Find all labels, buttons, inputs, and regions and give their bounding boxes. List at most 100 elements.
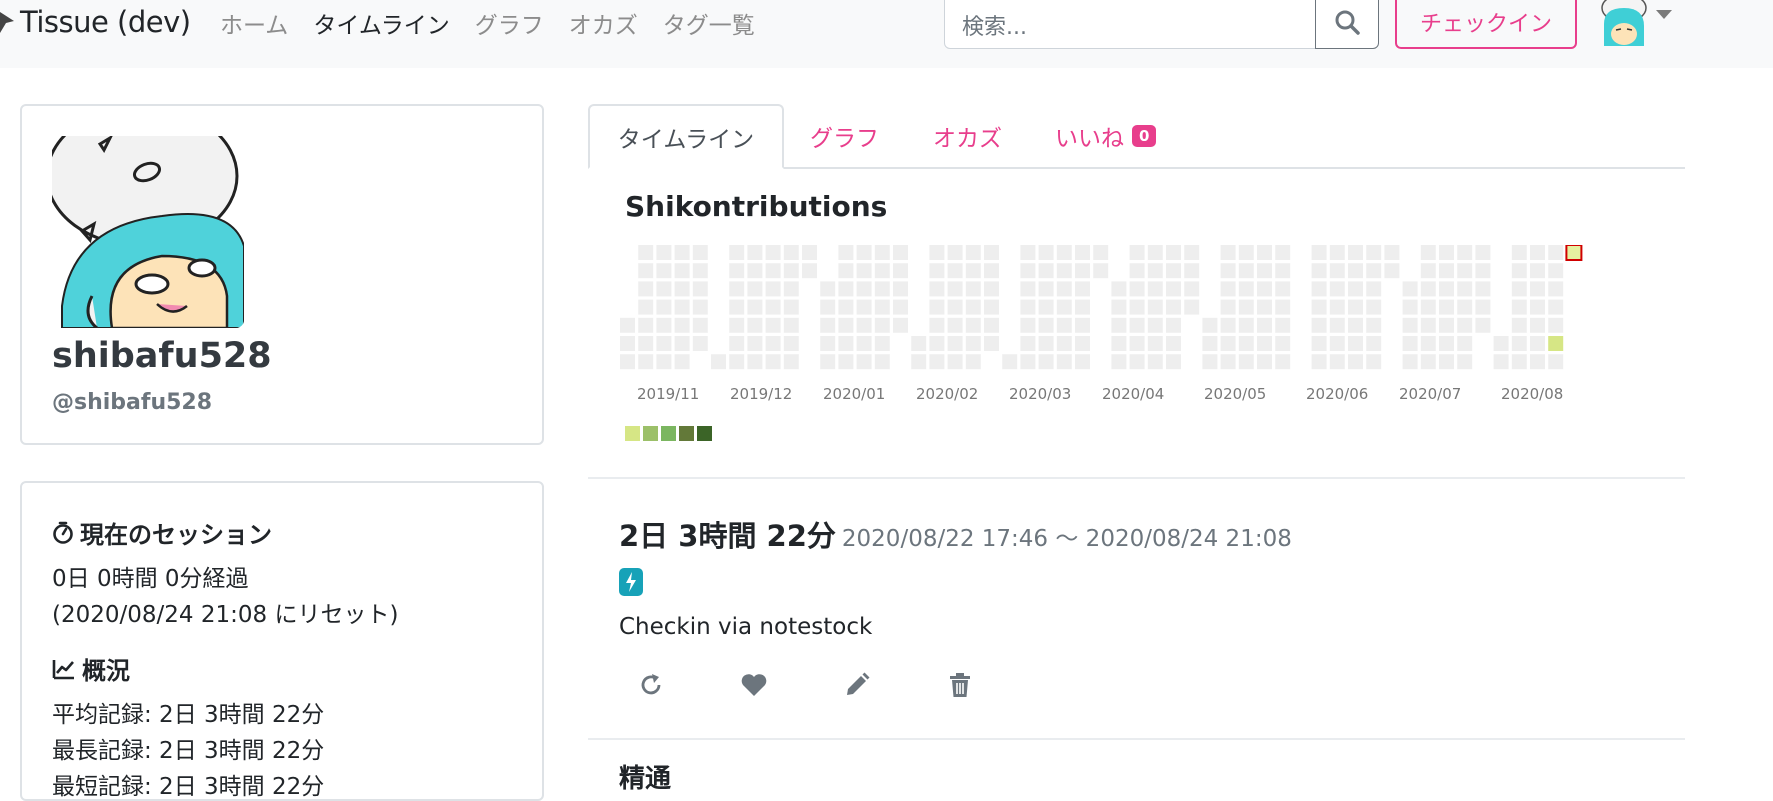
- heatmap-day-cell: [1275, 281, 1291, 297]
- heatmap-day-cell: [674, 245, 690, 260]
- shortest-record: 最短記録: 2日 3時間 22分: [52, 774, 325, 800]
- heatmap-day-cell: [1129, 299, 1145, 315]
- heatmap-day-cell: [1129, 245, 1145, 260]
- checkin-header: 2日 3時間 22分 2020/08/22 17:46 〜 2020/08/24 …: [619, 513, 1292, 555]
- checkin-period[interactable]: 2020/08/22 17:46 〜 2020/08/24 21:08: [842, 526, 1292, 552]
- search-button[interactable]: [1315, 0, 1379, 49]
- heatmap-day-cell: [1238, 245, 1254, 260]
- heatmap-day-cell: [1238, 317, 1254, 333]
- heatmap-day-cell: [1420, 263, 1436, 279]
- heatmap-day-cell: [1439, 354, 1454, 370]
- heatmap-day-cell: [984, 263, 999, 279]
- chevron-down-icon[interactable]: [1656, 10, 1672, 20]
- nav-graph[interactable]: グラフ: [475, 6, 544, 40]
- heatmap-day-cell: [1348, 263, 1363, 279]
- heatmap-day-cell: [765, 299, 781, 315]
- heatmap-day-cell: [929, 354, 945, 370]
- nav-okazu[interactable]: オカズ: [569, 6, 638, 40]
- heatmap-day-cell: [1457, 317, 1473, 333]
- month-label: 2020/02: [916, 385, 979, 403]
- heatmap-day-cell: [1038, 263, 1054, 279]
- heatmap-day-cell: [1530, 336, 1545, 351]
- heatmap-day-cell: [783, 317, 799, 333]
- heatmap-day-cell: [1420, 317, 1436, 333]
- heatmap-day-cell: [692, 336, 708, 351]
- month-label: 2020/07: [1399, 385, 1462, 403]
- heatmap-day-cell: [1238, 281, 1254, 297]
- nav-home[interactable]: ホーム: [220, 6, 288, 40]
- heatmap-day-cell: [820, 281, 836, 297]
- like-button[interactable]: [739, 670, 769, 700]
- heatmap-day-cell: [838, 263, 854, 279]
- heatmap-day-cell: [1366, 354, 1382, 370]
- heatmap-day-cell: [1366, 281, 1382, 297]
- heatmap-day-cell: [1457, 299, 1473, 315]
- heatmap-day-cell: [838, 245, 854, 260]
- tab-okazu[interactable]: オカズ: [933, 104, 1002, 167]
- divider: [588, 477, 1685, 479]
- heatmap-day-cell: [1257, 263, 1272, 279]
- delete-button[interactable]: [945, 670, 975, 700]
- heatmap-day-cell: [692, 299, 708, 315]
- recheckin-button[interactable]: [636, 670, 666, 700]
- heatmap-day-cell: [1457, 245, 1473, 260]
- month-label: 2020/04: [1102, 385, 1165, 403]
- heatmap-day-cell: [1311, 317, 1327, 333]
- heatmap-day-cell: [874, 263, 890, 279]
- pencil-icon: [847, 672, 870, 695]
- session-reset: (2020/08/24 21:08 にリセット): [52, 602, 399, 628]
- heatmap-day-cell: [1220, 299, 1236, 315]
- heatmap-day-cell: [984, 317, 999, 333]
- heatmap-day-cell: [820, 354, 836, 370]
- display-name: shibafu528: [52, 336, 272, 376]
- heatmap-day-cell: [1548, 281, 1564, 297]
- heatmap-day-cell: [856, 245, 872, 260]
- heatmap-day-cell: [856, 336, 872, 351]
- heatmap-day-cell: [874, 281, 890, 297]
- heatmap-day-cell: [656, 336, 672, 351]
- heatmap-day-cell: [1420, 299, 1436, 315]
- heatmap-day-cell: [1147, 336, 1163, 351]
- checkin-button[interactable]: チェックイン: [1395, 0, 1577, 49]
- heatmap-day-cell: [1457, 263, 1473, 279]
- heatmap-day-cell: [638, 317, 654, 333]
- heatmap-day-cell: [1420, 336, 1436, 351]
- heatmap-day-cell: [1311, 336, 1327, 351]
- chart-line-icon: [52, 659, 74, 679]
- heatmap-day-cell: [1111, 336, 1127, 351]
- heatmap-day-cell: [638, 336, 654, 351]
- brand[interactable]: Tissue (dev): [0, 2, 191, 42]
- heatmap-day-cell: [1439, 317, 1454, 333]
- month-label: 2019/12: [730, 385, 793, 403]
- heatmap-day-cell: [1056, 336, 1072, 351]
- heatmap-day-cell: [1493, 336, 1509, 351]
- month-label: 2020/06: [1306, 385, 1369, 403]
- user-avatar[interactable]: [1600, 0, 1650, 46]
- tab-likes[interactable]: いいね 0: [1055, 104, 1157, 167]
- heatmap-day-cell: [1129, 263, 1145, 279]
- heatmap-day-cell: [1166, 317, 1181, 333]
- heatmap-day-cell: [1311, 299, 1327, 315]
- heatmap-day-cell: [1329, 317, 1345, 333]
- heatmap-day-cell: [984, 281, 999, 297]
- stats-card: 現在のセッション 0日 0時間 0分経過 (2020/08/24 21:08 に…: [20, 481, 544, 801]
- tab-timeline[interactable]: タイムライン: [588, 104, 784, 169]
- checkin-note: Checkin via notestock: [619, 614, 873, 640]
- contributions-title: Shikontributions: [625, 190, 888, 223]
- heatmap-day-cell: [656, 281, 672, 297]
- search-input[interactable]: 検索...: [944, 0, 1316, 49]
- heatmap-day-cell: [929, 317, 945, 333]
- heatmap-day-cell: [1439, 281, 1454, 297]
- heatmap-day-cell: [729, 263, 745, 279]
- edit-button[interactable]: [842, 670, 872, 700]
- nav-tags[interactable]: タグ一覧: [663, 6, 755, 40]
- heatmap-day-cell: [1129, 317, 1145, 333]
- heatmap-day-cell: [692, 317, 708, 333]
- heatmap-day-cell: [1511, 281, 1527, 297]
- nav-timeline[interactable]: タイムライン: [313, 6, 449, 40]
- heatmap-day-cell: [1038, 245, 1054, 260]
- heatmap-day-cell: [1038, 281, 1054, 297]
- search-icon: [1335, 10, 1360, 35]
- heatmap-day-cell: [947, 336, 963, 351]
- tab-graph[interactable]: グラフ: [810, 104, 879, 167]
